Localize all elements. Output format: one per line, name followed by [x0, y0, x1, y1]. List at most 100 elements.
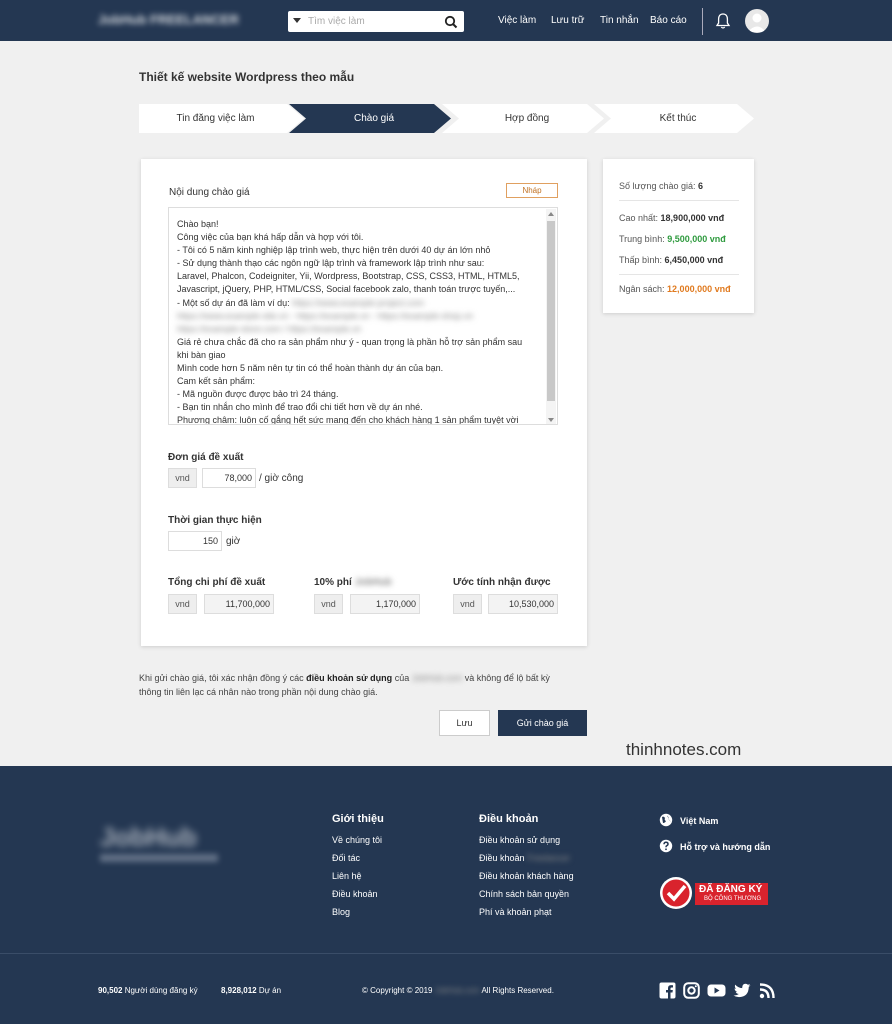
summary-average: Trung bình: 9,500,000 vnđ: [619, 234, 726, 244]
footer-link-contact[interactable]: Liên hệ: [332, 871, 362, 881]
rss-icon[interactable]: [759, 982, 776, 999]
projects-stat: 8,928,012 Dự án: [221, 986, 282, 995]
text-line: - Mã nguồn được được bảo trì 24 tháng.: [177, 389, 339, 400]
proposal-summary: Số lượng chào giá: 6 Cao nhất: 18,900,00…: [603, 159, 754, 313]
receive-currency: vnd: [453, 594, 482, 614]
header-divider: [702, 8, 703, 35]
search-input[interactable]: [308, 13, 436, 30]
textarea-scrollbar[interactable]: [546, 209, 556, 424]
top-navbar: JobHub FREELANCER Việc làm Lưu trữ Tin n…: [0, 0, 892, 41]
content-label: Nội dung chào giá: [169, 187, 250, 198]
help-icon: [659, 839, 673, 853]
footer-link-partners[interactable]: Đối tác: [332, 853, 360, 863]
facebook-icon[interactable]: [659, 982, 676, 999]
text-line: Mình code hơn 5 năm nên tự tin có thể ho…: [177, 363, 444, 374]
registered-badge[interactable]: ĐÃ ĐĂNG KÝ BỘ CÔNG THƯƠNG: [659, 876, 770, 910]
scroll-thumb[interactable]: [547, 221, 555, 401]
avatar[interactable]: [745, 9, 769, 33]
footer-divider: [0, 953, 892, 954]
instagram-icon[interactable]: [683, 982, 700, 999]
footer-link-about[interactable]: Về chúng tôi: [332, 835, 382, 845]
redacted-line: https://www.example-site.vn - https://ex…: [177, 310, 474, 321]
footer-link-copyright-policy[interactable]: Chính sách bản quyền: [479, 889, 569, 899]
site-logo[interactable]: JobHub FREELANCER: [98, 12, 243, 28]
fee-value: 1,170,000: [350, 594, 420, 614]
step-label: Hợp đồng: [504, 113, 550, 124]
step-finish[interactable]: Kết thúc: [594, 104, 754, 133]
total-label: Tổng chi phí đề xuất: [168, 577, 266, 588]
step-label: Chào giá: [353, 113, 395, 124]
summary-divider: [619, 274, 739, 275]
proposal-textarea[interactable]: Chào bạn! Công việc của bạn khá hấp dẫn …: [168, 207, 558, 425]
summary-divider: [619, 200, 739, 201]
save-button[interactable]: Lưu: [439, 710, 490, 736]
redacted-line: https://example-store.com / https://exam…: [177, 323, 362, 334]
search-box: [288, 11, 464, 32]
text-line: - Tôi có 5 năm kinh nghiệp lập trình web…: [177, 245, 491, 256]
text-line: - Một số dự án đã làm ví dụ: https://www…: [177, 297, 425, 308]
text-line: khi bàn giao: [177, 349, 226, 360]
text-line: - Bạn tin nhắn cho mình để trao đổi chi …: [177, 402, 423, 413]
footer-link-terms-client[interactable]: Điều khoản khách hàng: [479, 871, 574, 881]
receive-label: Ước tính nhận được: [453, 577, 551, 588]
step-contract[interactable]: Hợp đồng: [442, 104, 604, 133]
fee-currency: vnd: [314, 594, 343, 614]
summary-low: Thấp bình: 6,450,000 vnđ: [619, 255, 724, 265]
text-line: Phương châm: luôn cố gắng hết sức mang đ…: [177, 415, 519, 425]
help-link[interactable]: Hỗ trợ và hướng dẫn: [680, 842, 770, 852]
text-line: Cam kết sản phẩm:: [177, 376, 256, 387]
step-label: Tin đăng việc làm: [176, 113, 255, 124]
search-icon[interactable]: [444, 15, 458, 29]
user-icon: [748, 13, 766, 32]
duration-unit: giờ: [226, 536, 241, 547]
step-proposal[interactable]: Chào giá: [289, 104, 451, 133]
nav-messages[interactable]: Tin nhắn: [600, 15, 639, 26]
footer-logo-tagline: [100, 854, 218, 862]
unit-price-suffix: / giờ công: [259, 473, 304, 484]
text-line: Công việc của bạn khá hấp dẫn và hợp với…: [177, 232, 364, 243]
proposal-text: Chào bạn! Công việc của bạn khá hấp dẫn …: [177, 218, 549, 425]
nav-reports[interactable]: Báo cáo: [650, 15, 687, 26]
scroll-down-icon[interactable]: [548, 418, 554, 422]
bell-icon[interactable]: [715, 12, 731, 30]
language-selector[interactable]: Việt Nam: [680, 816, 718, 826]
footer-link-terms-of-use[interactable]: Điều khoản sử dụng: [479, 835, 560, 845]
users-stat: 90,502 Người dùng đăng ký: [98, 986, 198, 995]
agreement-text: Khi gửi chào giá, tôi xác nhận đồng ý cá…: [139, 673, 550, 697]
footer-logo: JobHub: [100, 822, 197, 852]
chevron-down-icon[interactable]: [293, 18, 301, 23]
text-line: Javascript, jQuery, PHP, HTML/CSS, Socia…: [177, 284, 516, 295]
footer-link-terms[interactable]: Điều khoản: [332, 889, 378, 899]
text-line: Chào bạn!: [177, 219, 219, 229]
nav-jobs[interactable]: Việc làm: [498, 15, 536, 26]
footer-link-terms-freelancer[interactable]: Điều khoản Freelancer: [479, 853, 570, 863]
unit-price-input[interactable]: 78,000: [202, 468, 256, 488]
footer-link-fees[interactable]: Phí và khoản phạt: [479, 907, 552, 917]
text-line: Giá rẻ chưa chắc đã cho ra sản phẩm như …: [177, 336, 523, 347]
watermark: thinhnotes.com: [626, 740, 742, 759]
footer-terms-title: Điều khoản: [479, 813, 539, 825]
receive-value: 10,530,000: [488, 594, 558, 614]
terms-link[interactable]: điều khoản sử dụng: [306, 673, 392, 683]
badge-sub-text: BỘ CÔNG THƯƠNG: [704, 896, 762, 902]
progress-steps: Tin đăng việc làm Chào giá Hợp đồng Kết …: [139, 104, 754, 133]
footer: JobHub Giới thiệu Về chúng tôi Đối tác L…: [0, 766, 892, 1024]
send-proposal-button[interactable]: Gửi chào giá: [498, 710, 587, 736]
scroll-up-icon[interactable]: [548, 212, 554, 216]
duration-input[interactable]: 150: [168, 531, 222, 551]
footer-about-title: Giới thiệu: [332, 813, 384, 825]
fee-label: 10% phí JobHub: [314, 577, 392, 588]
footer-link-blog[interactable]: Blog: [332, 907, 350, 917]
step-job-post[interactable]: Tin đăng việc làm: [139, 104, 304, 133]
globe-icon: [659, 813, 673, 827]
nav-saved[interactable]: Lưu trữ: [551, 15, 584, 26]
summary-budget: Ngân sách: 12,000,000 vnđ: [619, 284, 731, 294]
draft-button[interactable]: Nháp: [506, 183, 558, 198]
proposal-form: Nội dung chào giá Nháp Chào bạn! Công vi…: [141, 159, 587, 646]
total-currency: vnd: [168, 594, 197, 614]
badge-main-text: ĐÃ ĐĂNG KÝ: [699, 884, 763, 895]
twitter-icon[interactable]: [733, 982, 751, 999]
text-line: - Sử dụng thành thạo các ngôn ngữ lập tr…: [177, 258, 485, 269]
youtube-icon[interactable]: [707, 982, 726, 999]
page-title: Thiết kế website Wordpress theo mẫu: [139, 70, 355, 84]
